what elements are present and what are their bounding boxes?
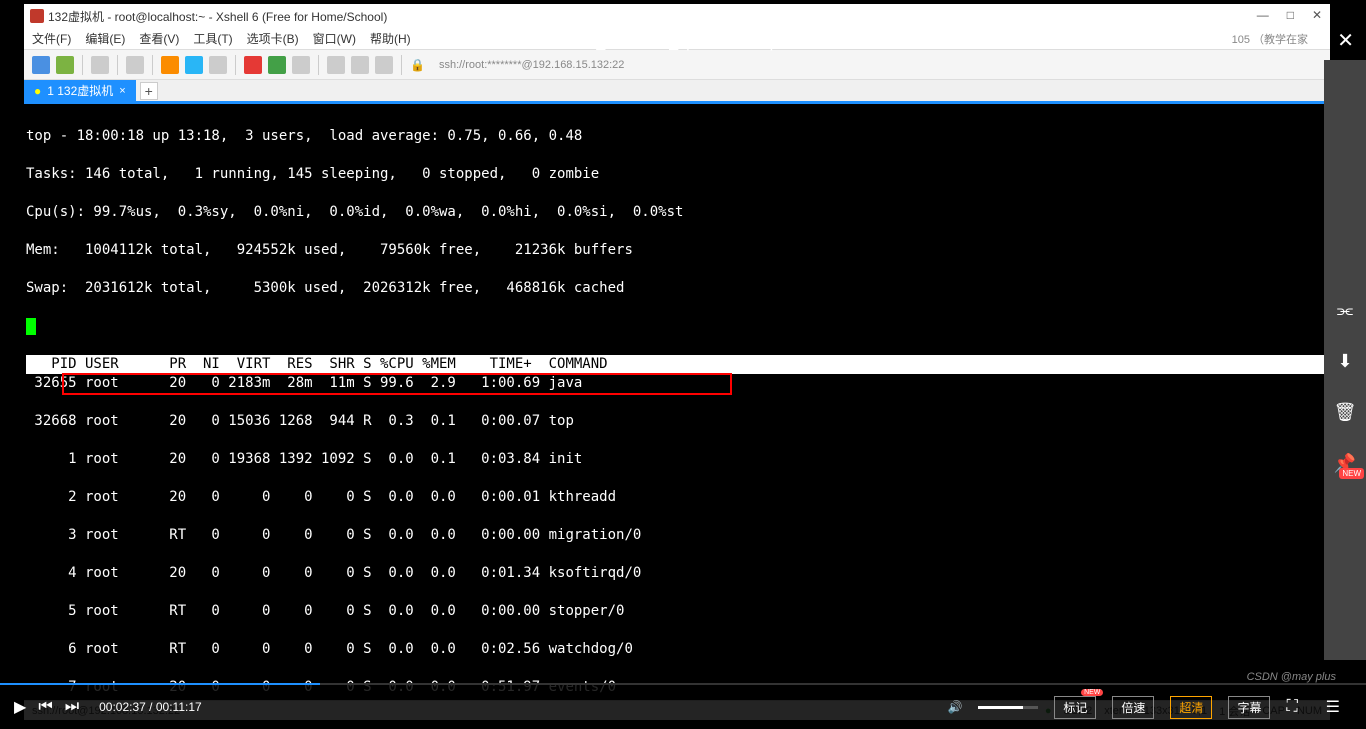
open-icon[interactable] — [56, 56, 74, 74]
ssh-url-field[interactable]: ssh://root:********@192.168.15.132:22 — [439, 59, 624, 71]
tab-label: 1 132虚拟机 — [47, 82, 113, 99]
term-line: Tasks: 146 total, 1 running, 145 sleepin… — [26, 165, 1328, 184]
mark-button[interactable]: 标记NEW — [1054, 696, 1096, 719]
table-row: 5 root RT 0 0 0 0 S 0.0 0.0 0:00.00 stop… — [26, 602, 1328, 621]
app-icon — [30, 9, 44, 23]
next-button[interactable]: ⏭ — [65, 698, 79, 716]
term-line: Cpu(s): 99.7%us, 0.3%sy, 0.0%ni, 0.0%id,… — [26, 203, 1328, 222]
paste-icon[interactable] — [185, 56, 203, 74]
window-maximize[interactable]: □ — [1287, 8, 1294, 22]
term-cursor-line — [26, 317, 1328, 336]
term-line: Mem: 1004112k total, 924552k used, 79560… — [26, 241, 1328, 260]
tool4-icon[interactable] — [327, 56, 345, 74]
table-row: 1 root 20 0 19368 1392 1092 S 0.0 0.1 0:… — [26, 450, 1328, 469]
table-row: 2 root 20 0 0 0 0 S 0.0 0.0 0:00.01 kthr… — [26, 488, 1328, 507]
reconnect-icon[interactable] — [91, 56, 109, 74]
lock-icon: 🔒 — [410, 58, 425, 72]
term-line: top - 18:00:18 up 13:18, 3 users, load a… — [26, 127, 1328, 146]
tool6-icon[interactable] — [375, 56, 393, 74]
quality-button[interactable]: 超清 — [1170, 696, 1212, 719]
term-column-header: PID USER PR NI VIRT RES SHR S %CPU %MEM … — [26, 355, 1328, 374]
video-time: 00:02:37 / 00:11:17 — [99, 700, 202, 714]
window-close[interactable]: ✕ — [1312, 8, 1322, 22]
session-tab[interactable]: ● 1 132虚拟机 × — [24, 80, 136, 101]
terminal[interactable]: top - 18:00:18 up 13:18, 3 users, load a… — [24, 104, 1330, 700]
tool1-icon[interactable] — [244, 56, 262, 74]
table-row: 4 root 20 0 0 0 0 S 0.0 0.0 0:01.34 ksof… — [26, 564, 1328, 583]
share-icon[interactable]: ⫘ — [1337, 300, 1353, 321]
tab-activity-icon: ● — [34, 84, 41, 98]
separator — [152, 55, 153, 75]
delete-icon[interactable]: 🗑 — [1334, 402, 1357, 423]
video-control-bar: ▶ ⏮ ⏭ 00:02:37 / 00:11:17 🔊 标记NEW 倍速 超清 … — [0, 685, 1366, 729]
volume-icon[interactable]: 🔊 — [947, 700, 962, 714]
subtitle-button[interactable]: 字幕 — [1228, 696, 1270, 719]
fullscreen-button[interactable]: ⛶ — [1286, 698, 1297, 716]
new-session-icon[interactable] — [32, 56, 50, 74]
term-line: Swap: 2031612k total, 5300k used, 202631… — [26, 279, 1328, 298]
window-titlebar: 132虚拟机 - root@localhost:~ - Xshell 6 (Fr… — [24, 4, 1330, 28]
download-icon[interactable]: ⬇ — [1337, 351, 1352, 372]
table-row: 32655 root 20 0 2183m 28m 11m S 99.6 2.9… — [26, 374, 1328, 393]
tab-bar: ● 1 132虚拟机 × + — [24, 80, 1330, 104]
table-row: 6 root RT 0 0 0 0 S 0.0 0.0 0:02.56 watc… — [26, 640, 1328, 659]
new-badge: NEW — [1339, 468, 1364, 479]
video-close-button[interactable]: ✕ — [1337, 28, 1354, 53]
tab-add-button[interactable]: + — [140, 82, 158, 100]
tool2-icon[interactable] — [268, 56, 286, 74]
speed-button[interactable]: 倍速 — [1112, 696, 1154, 719]
separator — [318, 55, 319, 75]
new-badge-icon: NEW — [1081, 689, 1103, 696]
play-button[interactable]: ▶ — [14, 697, 26, 717]
window-title: 132虚拟机 - root@localhost:~ - Xshell 6 (Fr… — [48, 8, 387, 25]
separator — [235, 55, 236, 75]
copy-icon[interactable] — [161, 56, 179, 74]
find-icon[interactable] — [126, 56, 144, 74]
separator — [82, 55, 83, 75]
toolbar: 🔒 ssh://root:********@192.168.15.132:22 — [24, 50, 1330, 80]
table-row: 3 root RT 0 0 0 0 S 0.0 0.0 0:00.00 migr… — [26, 526, 1328, 545]
separator — [401, 55, 402, 75]
cursor-icon — [26, 318, 36, 335]
watermark: CSDN @may plus — [1247, 671, 1336, 683]
xshell-window: 132虚拟机 - root@localhost:~ - Xshell 6 (Fr… — [24, 4, 1330, 720]
tool3-icon[interactable] — [292, 56, 310, 74]
volume-slider[interactable] — [978, 706, 1038, 709]
playlist-button[interactable]: ☰ — [1326, 697, 1340, 717]
video-title: 14_线程诊断_cpu占用高.mp4 — [0, 28, 1366, 52]
tab-close-button[interactable]: × — [119, 85, 125, 97]
side-toolbar: ⫘ ⬇ 🗑 📌 — [1324, 60, 1366, 660]
tool5-icon[interactable] — [351, 56, 369, 74]
table-row: 32668 root 20 0 15036 1268 944 R 0.3 0.1… — [26, 412, 1328, 431]
prev-button[interactable]: ⏮ — [38, 698, 52, 716]
separator — [117, 55, 118, 75]
font-icon[interactable] — [209, 56, 227, 74]
window-minimize[interactable]: — — [1257, 8, 1269, 22]
